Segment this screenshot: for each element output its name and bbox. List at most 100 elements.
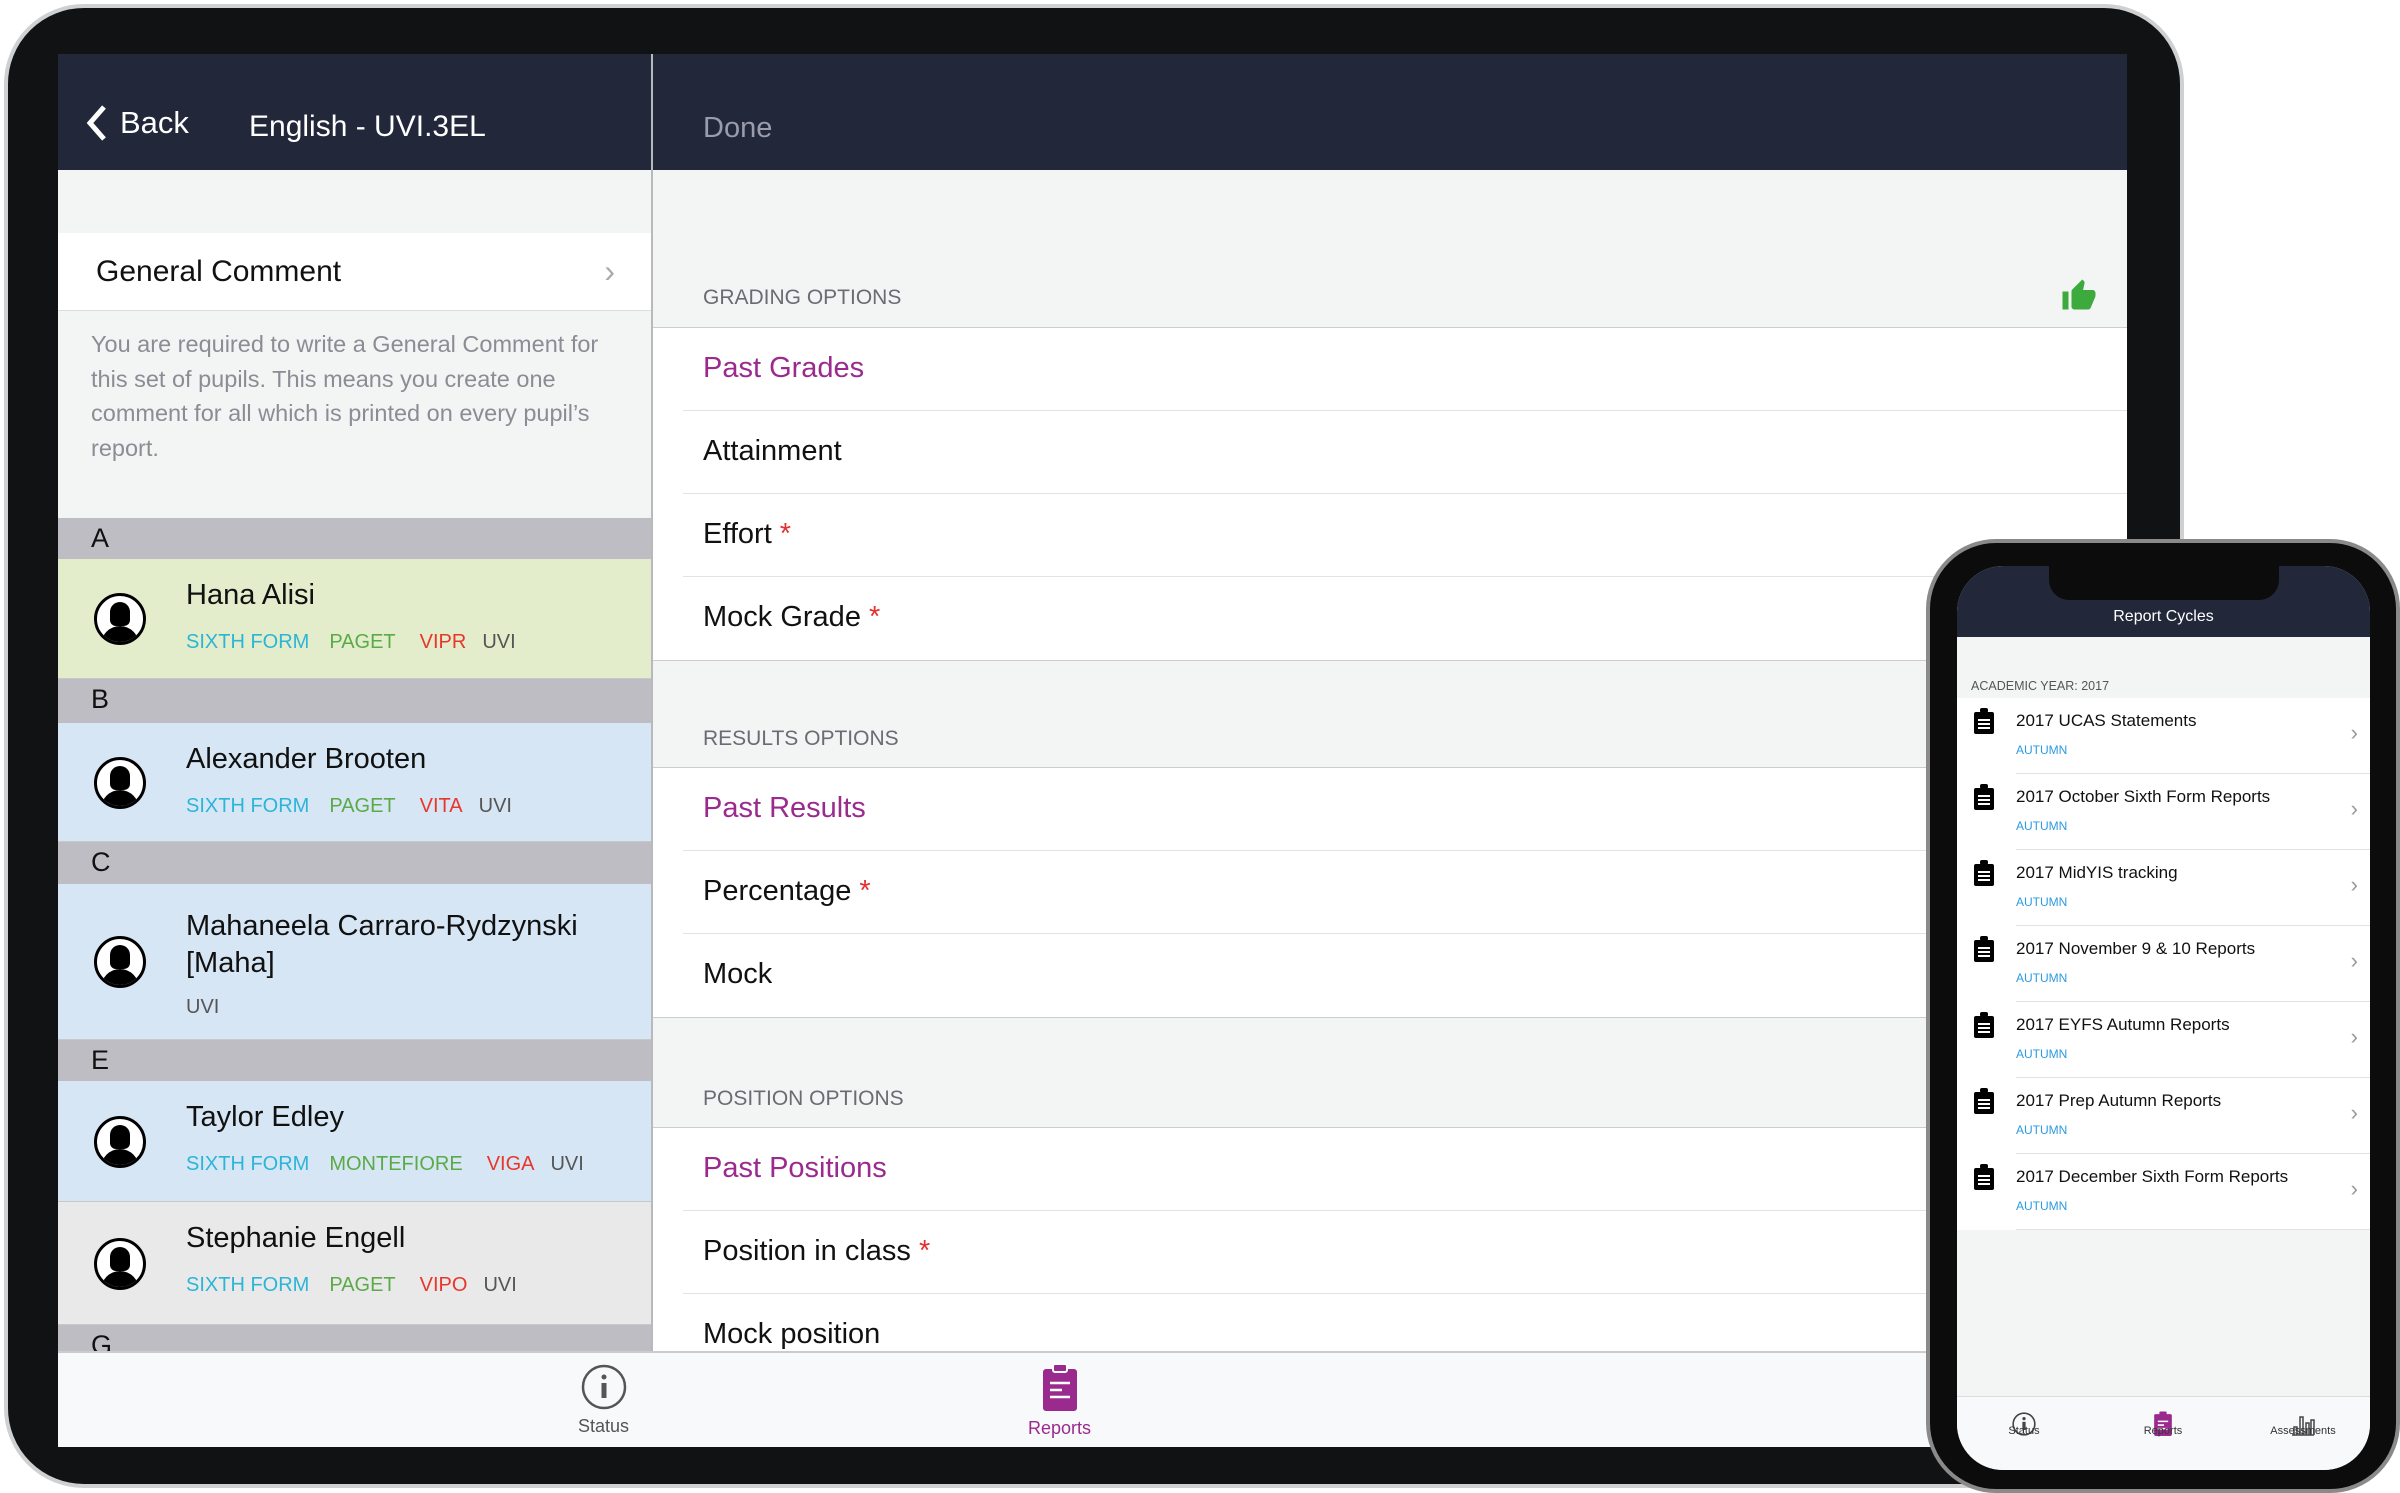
option-row[interactable]: Past Grades	[683, 328, 2127, 411]
section-header: RESULTS OPTIONS	[703, 727, 899, 750]
option-row[interactable]: Attainment	[683, 411, 2127, 494]
option-row[interactable]: Mock Grade *	[683, 577, 2127, 660]
tab-status[interactable]: Status	[578, 1363, 629, 1437]
option-row[interactable]: Effort *	[683, 494, 2127, 577]
pupil-tags: SIXTH FORM PAGET VITA UVI	[186, 795, 518, 818]
options-group: Past Grades Attainment Effort * Mock Grade *	[653, 327, 2127, 661]
pupil-tag-set: UVI	[550, 1153, 584, 1175]
phone-tab-reports[interactable]: Reports	[2113, 1411, 2213, 1440]
section-header: GRADING OPTIONS	[703, 286, 902, 309]
chevron-right-icon: ›	[2350, 1176, 2358, 1201]
pupil-name: Hana Alisi	[186, 579, 315, 611]
pupil-tag-year: SIXTH FORM	[186, 1153, 310, 1175]
phone-tab-assessments-label: Assessments	[2270, 1425, 2336, 1437]
pupil-row[interactable]: Mahaneela Carraro-Rydzynski [Maha] UVI	[58, 884, 651, 1040]
pupil-tag-set: UVI	[483, 1274, 517, 1296]
pupil-name: Stephanie Engell	[186, 1222, 406, 1254]
required-indicator: *	[779, 518, 792, 550]
thumbs-up-icon	[2062, 279, 2096, 310]
clipboard-icon	[1974, 708, 1994, 734]
pupil-tag-house: PAGET	[329, 795, 396, 817]
option-row[interactable]: Position in class *	[683, 1211, 2127, 1294]
pupil-tags: SIXTH FORM PAGET VIPR UVI	[186, 631, 522, 654]
cycle-term: AUTUMN	[2016, 971, 2068, 985]
tab-bar: Status Reports	[58, 1351, 2127, 1447]
required-indicator: *	[868, 601, 881, 633]
chevron-right-icon: ›	[2350, 796, 2358, 821]
section-header: B	[58, 679, 651, 723]
pupil-tag-year: SIXTH FORM	[186, 795, 310, 817]
chevron-right-icon: ›	[2350, 1024, 2358, 1049]
pupil-row[interactable]: Taylor Edley SIXTH FORM MONTEFIORE VIGA UVI	[58, 1081, 651, 1202]
phone-tab-status-label: Status	[2008, 1425, 2040, 1437]
pupil-tag-year: SIXTH FORM	[186, 1274, 310, 1296]
cycle-title: 2017 EYFS Autumn Reports	[2016, 1015, 2230, 1034]
cycle-term: AUTUMN	[2016, 1047, 2068, 1061]
pupil-tag-form: VIPR	[419, 631, 467, 653]
report-cycle-item[interactable]: 2017 UCAS Statements AUTUMN ›	[1957, 698, 2370, 774]
phone-nav-bar: Report Cycles	[1957, 566, 2370, 637]
pupil-name: Taylor Edley	[186, 1101, 344, 1133]
report-cycle-item[interactable]: 2017 MidYIS tracking AUTUMN ›	[1957, 850, 2370, 926]
pupil-tag-form: VITA	[419, 795, 463, 817]
pupil-tag-house: MONTEFIORE	[329, 1153, 463, 1175]
back-label: Back	[120, 105, 189, 140]
pupil-tag-set: UVI	[478, 795, 512, 817]
pupil-row[interactable]: Stephanie Engell SIXTH FORM PAGET VIPO UVI	[58, 1202, 651, 1325]
section-header: C	[58, 842, 651, 884]
option-label: Past Results	[703, 792, 866, 824]
avatar-icon	[94, 1115, 146, 1168]
cycle-term: AUTUMN	[2016, 1123, 2068, 1137]
pupil-name: Alexander Brooten	[186, 743, 427, 775]
cycle-title: 2017 October Sixth Form Reports	[2016, 787, 2271, 806]
report-cycle-item[interactable]: 2017 Prep Autumn Reports AUTUMN ›	[1957, 1078, 2370, 1154]
pupil-name: Mahaneela Carraro-Rydzynski [Maha]	[186, 910, 578, 979]
pupil-tag-set: UVI	[482, 631, 516, 653]
option-row[interactable]: Past Positions	[683, 1128, 2127, 1211]
info-icon	[581, 1364, 626, 1410]
report-cycle-item[interactable]: 2017 EYFS Autumn Reports AUTUMN ›	[1957, 1002, 2370, 1078]
phone-tab-assessments[interactable]: Assessments	[2253, 1411, 2353, 1440]
cycle-title: 2017 December Sixth Form Reports	[2016, 1167, 2289, 1186]
section-header: G	[58, 1325, 651, 1351]
pupil-tag-year: SIXTH FORM	[186, 631, 310, 653]
section-header: POSITION OPTIONS	[703, 1087, 904, 1110]
phone-tab-status[interactable]: Status	[1974, 1411, 2074, 1440]
pupil-tags: SIXTH FORM PAGET VIPO UVI	[186, 1274, 523, 1297]
avatar-icon	[94, 593, 146, 645]
option-row[interactable]: Percentage *	[683, 851, 2127, 934]
option-row[interactable]: Mock	[683, 934, 2127, 1017]
chevron-right-icon: ›	[604, 253, 615, 289]
pupil-tag-set: UVI	[186, 996, 220, 1018]
pupil-row[interactable]: Alexander Brooten SIXTH FORM PAGET VITA UVI	[58, 723, 651, 842]
pupil-tag-form: VIPO	[419, 1274, 468, 1296]
option-row[interactable]: Past Results	[683, 768, 2127, 851]
tab-reports[interactable]: Reports	[1028, 1363, 1091, 1439]
pupil-tag-form: VIGA	[486, 1153, 535, 1175]
clipboard-icon	[1974, 936, 1994, 962]
cycle-title: 2017 MidYIS tracking	[2016, 863, 2178, 882]
clipboard-icon	[1974, 1164, 1994, 1190]
report-cycle-item[interactable]: 2017 November 9 & 10 Reports AUTUMN ›	[1957, 926, 2370, 1002]
report-cycle-item[interactable]: 2017 December Sixth Form Reports AUTUMN ›	[1957, 1154, 2370, 1230]
pupil-row[interactable]: Hana Alisi SIXTH FORM PAGET VIPR UVI	[58, 559, 651, 679]
option-label: Mock	[703, 958, 773, 990]
pupil-tags: UVI	[186, 996, 225, 1019]
report-cycle-item[interactable]: 2017 October Sixth Form Reports AUTUMN ›	[1957, 774, 2370, 850]
phone-tab-reports-label: Reports	[2143, 1425, 2183, 1437]
option-label: Mock Grade	[703, 601, 861, 633]
ipad-screen: Back English - UVI.3EL Done General Comm…	[58, 54, 2127, 1447]
chevron-right-icon: ›	[2350, 948, 2358, 973]
ipad-frame: Back English - UVI.3EL Done General Comm…	[4, 4, 2184, 1488]
academic-year-header: ACADEMIC YEAR: 2017	[1971, 679, 2110, 693]
back-button[interactable]: Back	[86, 104, 189, 142]
phone-frame: Report Cycles ACADEMIC YEAR: 2017 2017 U…	[1926, 539, 2400, 1493]
required-indicator: *	[918, 1235, 931, 1267]
option-label: Attainment	[703, 435, 842, 467]
clipboard-icon	[1974, 784, 1994, 810]
done-button[interactable]: Done	[703, 112, 772, 145]
cycle-title: 2017 November 9 & 10 Reports	[2016, 939, 2256, 958]
options-pane: GRADING OPTIONS Past Grades Attainment Effo…	[653, 170, 2127, 1378]
cycle-term: AUTUMN	[2016, 743, 2068, 757]
general-comment-row[interactable]: General Comment ›	[58, 233, 651, 311]
